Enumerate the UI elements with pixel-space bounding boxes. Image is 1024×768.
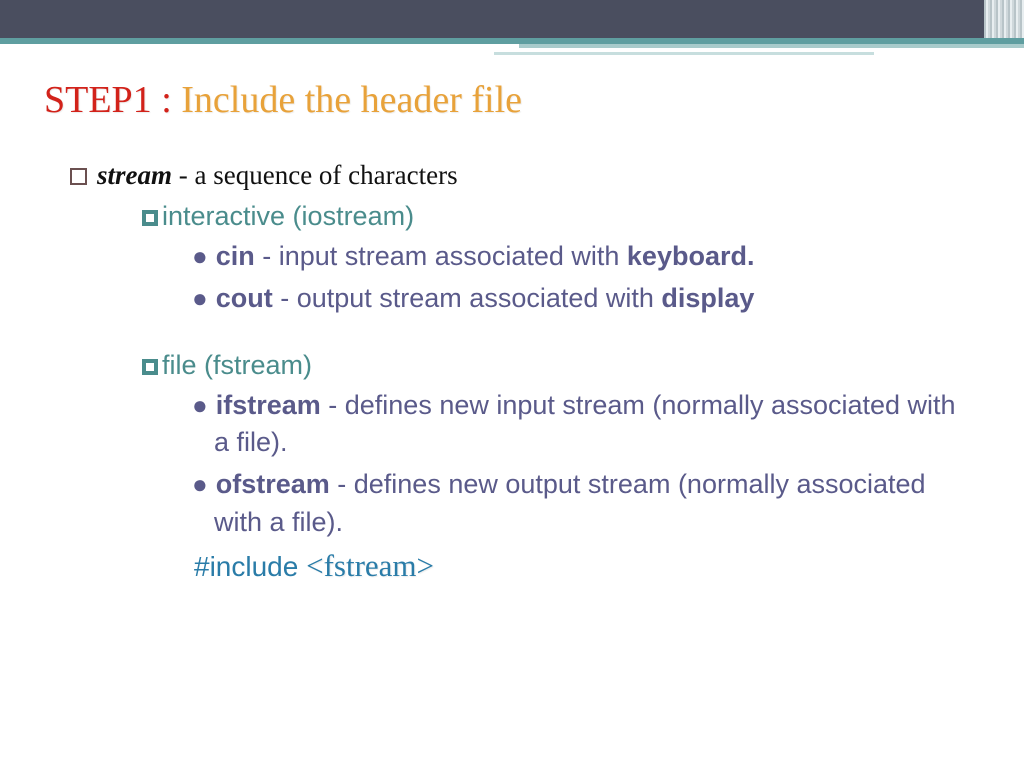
title-rest: Include the header file [181, 79, 522, 121]
l1-text: stream - a sequence of characters [97, 160, 458, 190]
slide-content: STEP1 : Include the header file stream -… [0, 50, 1024, 584]
square-bullet-icon [142, 210, 158, 226]
section-label: file (fstream) [162, 350, 312, 380]
bullet-level-3: ●ifstream - defines new input stream (no… [192, 387, 962, 463]
bullet-level-1: stream - a sequence of characters [70, 160, 980, 191]
bullet-level-3: ●cout - output stream associated with di… [192, 280, 962, 318]
slide-title: STEP1 : Include the header file [44, 78, 980, 122]
dot-bullet-icon: ● [192, 469, 216, 499]
bullet-level-3: ●ofstream - defines new output stream (n… [192, 466, 962, 542]
header-underline [0, 38, 1024, 50]
dot-bullet-icon: ● [192, 283, 216, 313]
bullet-level-3: ●cin - input stream associated with keyb… [192, 238, 962, 276]
bullet-level-2: file (fstream) [142, 350, 980, 381]
include-directive: #include <fstream> [194, 548, 980, 584]
section-label: interactive (iostream) [162, 201, 414, 231]
dot-bullet-icon: ● [192, 241, 216, 271]
title-prefix: STEP1 : [44, 79, 181, 121]
square-bullet-icon [142, 359, 158, 375]
bullet-level-2: interactive (iostream) [142, 201, 980, 232]
box-bullet-icon [70, 168, 87, 185]
header-bar [0, 0, 1024, 38]
dot-bullet-icon: ● [192, 390, 216, 420]
